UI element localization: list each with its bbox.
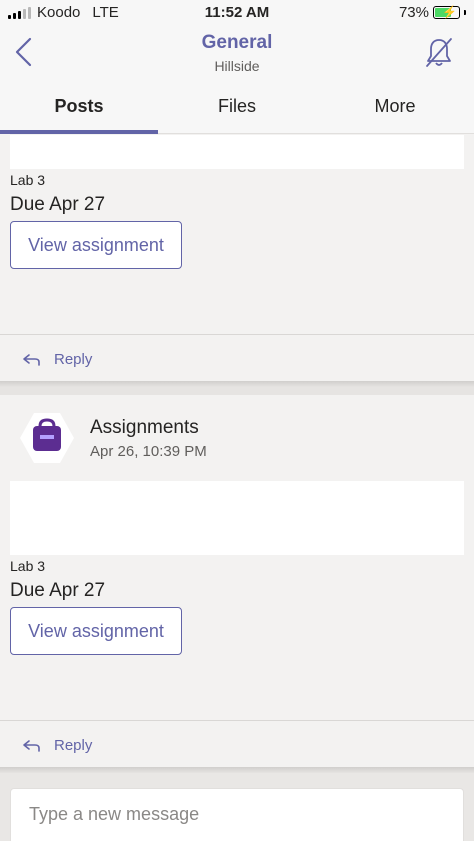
due-date: Due Apr 27: [10, 194, 106, 215]
divider: [0, 720, 474, 721]
battery-icon: ⚡: [433, 5, 460, 19]
card-preview: [10, 481, 464, 555]
reply-arrow-icon: [23, 353, 40, 366]
channel-title: General: [201, 32, 273, 53]
battery-tip: [464, 10, 466, 15]
backpack-icon: [20, 413, 74, 463]
post-separator: [0, 387, 474, 395]
reply-arrow-icon: [23, 739, 40, 752]
team-name: Hillside: [214, 58, 260, 74]
status-right: 73% ⚡: [399, 4, 466, 21]
reply-button[interactable]: Reply: [22, 737, 92, 754]
tab-files[interactable]: Files: [158, 88, 316, 133]
view-assignment-button[interactable]: View assignment: [10, 607, 182, 655]
divider: [0, 334, 474, 335]
assignment-name: Lab 3: [10, 558, 46, 574]
tab-posts[interactable]: Posts: [0, 88, 158, 134]
battery-percent: 73%: [398, 4, 429, 21]
reply-label: Reply: [54, 737, 93, 754]
reply-label: Reply: [54, 351, 93, 368]
assignment-name: Lab 3: [10, 172, 46, 188]
tab-more[interactable]: More: [316, 88, 474, 133]
reply-button[interactable]: Reply: [22, 351, 92, 368]
post-card: Assignments Apr 26, 10:39 PM Lab 3 Due A…: [0, 395, 474, 767]
message-input[interactable]: Type a new message: [10, 788, 464, 841]
view-assignment-button[interactable]: View assignment: [10, 221, 182, 269]
channel-tabs: Posts Files More: [0, 88, 474, 134]
due-date: Due Apr 27: [10, 580, 106, 601]
sender-name: Assignments: [90, 417, 199, 438]
post-card: Lab 3 Due Apr 27 View assignment Reply: [0, 135, 474, 381]
status-bar: Koodo LTE 11:52 AM 73% ⚡: [0, 0, 474, 26]
bell-off-icon[interactable]: [424, 36, 454, 68]
channel-header: General Hillside: [0, 26, 474, 88]
post-timestamp: Apr 26, 10:39 PM: [90, 443, 207, 460]
card-preview: [10, 135, 464, 169]
